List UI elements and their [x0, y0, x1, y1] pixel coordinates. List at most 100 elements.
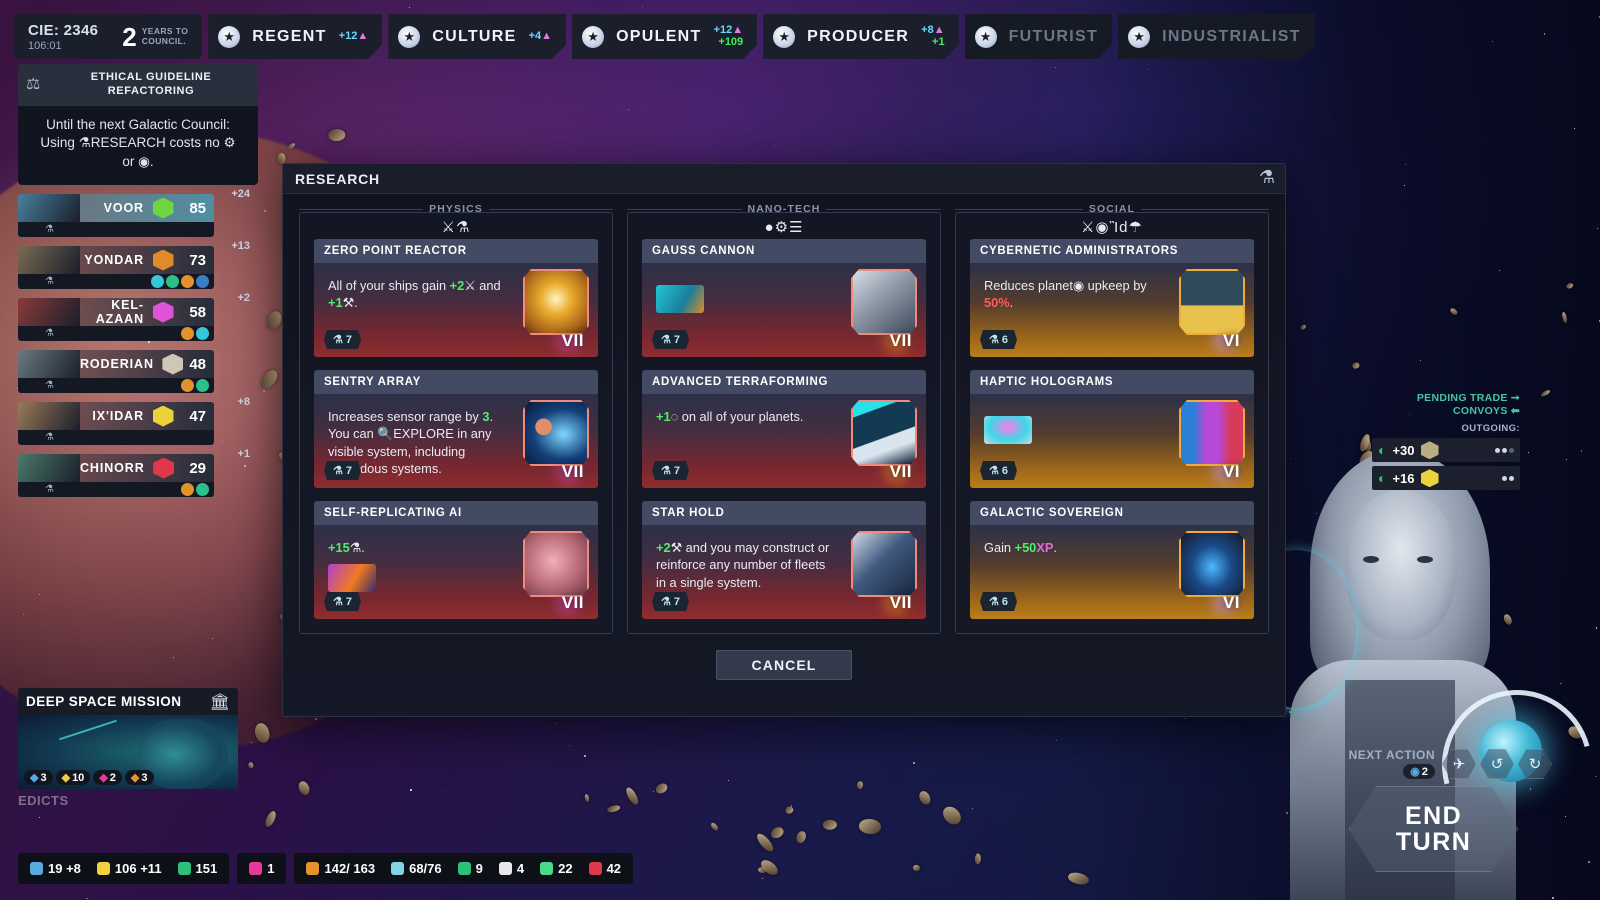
- council-chip-futurist[interactable]: ★ FUTURIST: [965, 14, 1113, 59]
- tech-card-header: ZERO POINT REACTOR: [314, 239, 598, 263]
- end-turn-line1: END: [1405, 803, 1462, 829]
- tech-card-cost-value: 7: [674, 334, 680, 346]
- cie-label: CIE: 2346: [28, 22, 98, 39]
- next-action-row: NEXT ACTION ◉ 2 ✈ ↺ ↻: [1349, 748, 1552, 780]
- faction-research-bar: ⚗: [18, 430, 214, 445]
- faction-score-delta: +8: [237, 396, 250, 408]
- resource-item-gear[interactable]: 106 +11: [97, 861, 162, 876]
- tech-card-title: SELF-REPLICATING AI: [324, 507, 462, 519]
- mission-chip: ◆ 3: [24, 770, 53, 785]
- council-chip-producer[interactable]: ★ PRODUCER +8▲ +1: [763, 14, 958, 59]
- tech-card-haptic-holograms[interactable]: HAPTIC HOLOGRAMS ⚗ 6 VI: [970, 370, 1254, 488]
- tech-card-title: ADVANCED TERRAFORMING: [652, 376, 828, 388]
- flask-icon: ⚗: [1259, 167, 1275, 188]
- resource-item-gem[interactable]: 1: [249, 861, 274, 876]
- resource-item-culture[interactable]: 4: [499, 861, 524, 876]
- faction-entry-voor[interactable]: VOOR 85 ⚗ +24: [18, 194, 214, 237]
- tech-card-star-hold[interactable]: STAR HOLD +2⚒ and you may construct or r…: [642, 501, 926, 619]
- research-columns: PHYSICS ⚔⚗ ZERO POINT REACTOR All of you…: [283, 194, 1285, 634]
- council-chip-label: INDUSTRIALIST: [1162, 28, 1301, 46]
- faction-score: 58: [176, 304, 210, 321]
- next-action-chip: ◉ 2: [1403, 764, 1435, 779]
- tech-card-cybernetic-administrators[interactable]: CYBERNETIC ADMINISTRATORS Reduces planet…: [970, 239, 1254, 357]
- faction-standings-list: VOOR 85 ⚗ +24 YONDAR 73 ⚗ +13 KEL-AZAAN …: [18, 194, 214, 506]
- trade-rows: ◐ +30 ◐ +16: [1372, 438, 1520, 490]
- redo-icon[interactable]: ↻: [1518, 749, 1552, 779]
- council-chip-label: OPULENT: [616, 28, 702, 46]
- tech-card-sentry-array[interactable]: SENTRY ARRAY Increases sensor range by 3…: [314, 370, 598, 488]
- tech-card-cost-value: 6: [1002, 334, 1008, 346]
- flask-icon: ⚗: [333, 464, 343, 477]
- cancel-button[interactable]: CANCEL: [716, 650, 852, 680]
- council-chip-label: FUTURIST: [1009, 28, 1099, 46]
- tech-card-cost-value: 7: [346, 596, 352, 608]
- mission-chip-value: 3: [141, 772, 147, 784]
- council-chip-opulent[interactable]: ★ OPULENT +12▲ +109: [572, 14, 757, 59]
- resource-item-production[interactable]: 142/ 163: [306, 861, 375, 876]
- research-dialog: RESEARCH ⚗ PHYSICS ⚔⚗ ZERO POINT REACTOR…: [282, 163, 1286, 717]
- faction-entry-roderian[interactable]: RODERIAN 48 ⚗: [18, 350, 214, 393]
- resource-item-science[interactable]: 68/76: [391, 861, 442, 876]
- faction-score-delta: +13: [231, 240, 250, 252]
- tech-card-galactic-sovereign[interactable]: GALACTIC SOVEREIGN Gain +50XP. ⚗ 6 VI: [970, 501, 1254, 619]
- credits-icon: [178, 862, 191, 875]
- tech-card-zero-point-reactor[interactable]: ZERO POINT REACTOR All of your ships gai…: [314, 239, 598, 357]
- flask-icon: ⚗: [333, 595, 343, 608]
- council-chip-regent[interactable]: ★ REGENT +12▲: [208, 14, 382, 59]
- edict-body-line1: Until the next Galactic Council:: [30, 116, 246, 135]
- resource-value: 19 +8: [48, 861, 81, 876]
- faction-score: 29: [177, 460, 210, 477]
- tech-card-description: All of your ships gain +2⚔ and +1⚒.: [328, 277, 502, 312]
- trade-convoy-row[interactable]: ◐ +30: [1372, 438, 1520, 462]
- star-icon: ★: [1128, 26, 1150, 48]
- tech-card-self-replicating-ai[interactable]: SELF-REPLICATING AI +15⚗. ⚗ 7 VII: [314, 501, 598, 619]
- resource-item-credits[interactable]: 151: [178, 861, 218, 876]
- flask-icon: ⚗: [661, 333, 671, 346]
- faction-row: IX'IDAR 47: [18, 402, 214, 430]
- council-chip-culture[interactable]: ★ CULTURE +4▲: [388, 14, 566, 59]
- deep-space-mission-card[interactable]: DEEP SPACE MISSION 🏛 ◆ 3 ◆ 10 ◆ 2 ◆ 3 ED…: [18, 688, 238, 808]
- tech-card-tier: VII: [562, 593, 584, 613]
- faction-entry-kelazaan[interactable]: KEL-AZAAN 58 ⚗ +2: [18, 298, 214, 341]
- tech-card-cost: ⚗ 7: [652, 592, 689, 611]
- faction-entry-ixidar[interactable]: IX'IDAR 47 ⚗ +8: [18, 402, 214, 445]
- trade-convoy-row[interactable]: ◐ +16: [1372, 466, 1520, 490]
- trade-route-dots: [1502, 476, 1514, 481]
- faction-research-bar: ⚗: [18, 326, 214, 341]
- faction-emblem-icon: [151, 454, 177, 482]
- mission-header: DEEP SPACE MISSION 🏛: [18, 688, 238, 715]
- ship-icon[interactable]: ✈: [1442, 749, 1476, 779]
- next-action-label: NEXT ACTION: [1349, 748, 1435, 762]
- edict-body-line3: or ◉.: [30, 153, 246, 172]
- tech-card-cost: ⚗ 7: [324, 592, 361, 611]
- tech-card-title: HAPTIC HOLOGRAMS: [980, 376, 1113, 388]
- tech-card-cost-value: 7: [346, 465, 352, 477]
- resource-item-food[interactable]: 22: [540, 861, 572, 876]
- tech-card-advanced-terraforming[interactable]: ADVANCED TERRAFORMING +1◌ on all of your…: [642, 370, 926, 488]
- faction-row: VOOR 85: [18, 194, 214, 222]
- column-category-icons: ⚔◉Ἲd☂: [955, 218, 1269, 236]
- tech-card-gauss-cannon[interactable]: GAUSS CANNON ⚗ 7 VII: [642, 239, 926, 357]
- end-turn-button[interactable]: END TURN: [1349, 786, 1519, 872]
- council-chip-label: REGENT: [252, 28, 326, 46]
- flask-icon: ⚗: [45, 432, 54, 443]
- column-legend: PHYSICS: [299, 203, 613, 215]
- column-legend: NANO-TECH: [627, 203, 941, 215]
- flask-icon: ⚗: [989, 595, 999, 608]
- faction-entry-chinorr[interactable]: CHINORR 29 ⚗ +1: [18, 454, 214, 497]
- resource-item-military[interactable]: 42: [589, 861, 621, 876]
- faction-research-bar: ⚗: [18, 222, 214, 237]
- faction-entry-yondar[interactable]: YONDAR 73 ⚗ +13: [18, 246, 214, 289]
- tech-card-cost: ⚗ 7: [324, 461, 361, 480]
- undo-icon[interactable]: ↺: [1480, 749, 1514, 779]
- resource-item-pop[interactable]: 19 +8: [30, 861, 81, 876]
- star-icon: ★: [218, 26, 240, 48]
- council-chip-values: +12▲: [339, 31, 369, 43]
- tech-card-cost: ⚗ 6: [980, 330, 1017, 349]
- resource-item-trade[interactable]: 9: [458, 861, 483, 876]
- council-influence-value: +12▲: [714, 25, 744, 37]
- council-chip-industrialist[interactable]: ★ INDUSTRIALIST: [1118, 14, 1315, 59]
- faction-emblem-icon: [150, 402, 176, 430]
- cie-sub: 106:01: [28, 40, 98, 52]
- edict-body: Until the next Galactic Council: Using ⚗…: [18, 106, 258, 186]
